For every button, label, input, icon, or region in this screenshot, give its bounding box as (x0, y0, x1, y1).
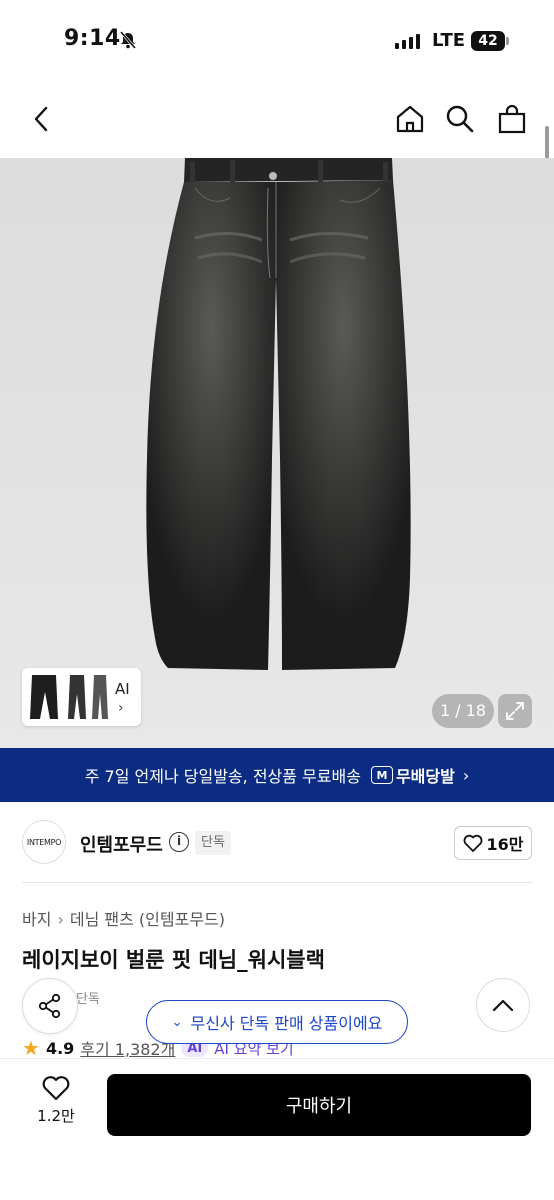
cart-button[interactable] (495, 102, 529, 136)
brand-like-count: 16만 (486, 835, 524, 854)
shipping-banner[interactable]: 주 7일 언제나 당일발송, 전상품 무료배송 M 무배당발 › (0, 748, 554, 802)
product-image-gallery[interactable]: AI › 1 / 18 (0, 158, 554, 748)
exclusive-toast[interactable]: ⌄ 무신사 단독 판매 상품이에요 (146, 1000, 408, 1044)
breadcrumb-item[interactable]: 데님 팬츠 (인템포무드) (70, 910, 225, 929)
share-button[interactable] (22, 978, 78, 1034)
product-title: 레이지보이 벌룬 핏 데님_워시블랙 (22, 948, 325, 972)
shipping-text: 주 7일 언제나 당일발송, 전상품 무료배송 (84, 767, 361, 786)
home-icon (396, 105, 424, 133)
shopping-bag-icon (498, 104, 526, 134)
star-icon: ★ (22, 1036, 40, 1060)
chevron-down-icon: ⌄ (171, 1014, 183, 1030)
network-type: LTE (432, 30, 466, 51)
chevron-up-icon (492, 999, 514, 1012)
bottom-purchase-bar: 1.2만 구매하기 (0, 1058, 554, 1200)
divider (22, 882, 532, 883)
expand-icon (506, 702, 524, 720)
thumbnail-ai-label: AI (115, 680, 130, 698)
free-shipping-icon: M (370, 766, 393, 784)
rating-value: 4.9 (45, 1038, 75, 1058)
toast-text: 무신사 단독 판매 상품이에요 (190, 1014, 383, 1033)
battery-cap (506, 37, 509, 45)
search-button[interactable] (443, 102, 477, 136)
expand-button[interactable] (498, 694, 532, 728)
exclusive-tag: 단독 (76, 992, 100, 1007)
status-bar: 9:14 LTE 42 (0, 0, 554, 80)
scroll-top-button[interactable] (476, 978, 530, 1032)
top-nav (0, 80, 554, 158)
breadcrumb: 바지 › 데님 팬츠 (인템포무드) (22, 906, 225, 930)
info-icon[interactable]: i (169, 832, 189, 852)
brand-like-button[interactable]: 16만 (454, 826, 532, 860)
brand-logo[interactable]: INTEMPO (22, 820, 66, 864)
brand-name[interactable]: 인템포무드 (80, 831, 163, 857)
breadcrumb-item[interactable]: 바지 (22, 910, 51, 929)
signal-icon (395, 33, 420, 49)
brand-row: INTEMPO 인템포무드 i 단독 16만 (0, 802, 554, 882)
wishlist-button[interactable]: 1.2만 (28, 1075, 84, 1131)
chevron-right-icon: › (118, 700, 124, 716)
home-button[interactable] (393, 102, 427, 136)
free-shipping-label: 무배당발 (395, 767, 455, 786)
ai-thumbnail-card[interactable]: AI › (22, 668, 141, 726)
bell-off-icon (119, 31, 137, 49)
thumbnail-image (30, 675, 108, 719)
chevron-right-icon: › (57, 910, 64, 929)
battery-icon: 42 (471, 31, 505, 51)
chevron-right-icon: › (462, 765, 470, 785)
share-icon (38, 993, 61, 1019)
buy-button[interactable]: 구매하기 (107, 1074, 531, 1136)
wishlist-count: 1.2만 (37, 1107, 75, 1125)
chevron-left-icon (34, 106, 48, 132)
heart-icon (463, 834, 482, 852)
exclusive-badge: 단독 (195, 831, 231, 855)
product-image (146, 158, 411, 670)
status-time: 9:14 (64, 26, 121, 51)
image-pager: 1 / 18 (432, 694, 494, 728)
heart-icon (42, 1076, 70, 1101)
search-icon (446, 105, 474, 133)
back-button[interactable] (24, 102, 58, 136)
